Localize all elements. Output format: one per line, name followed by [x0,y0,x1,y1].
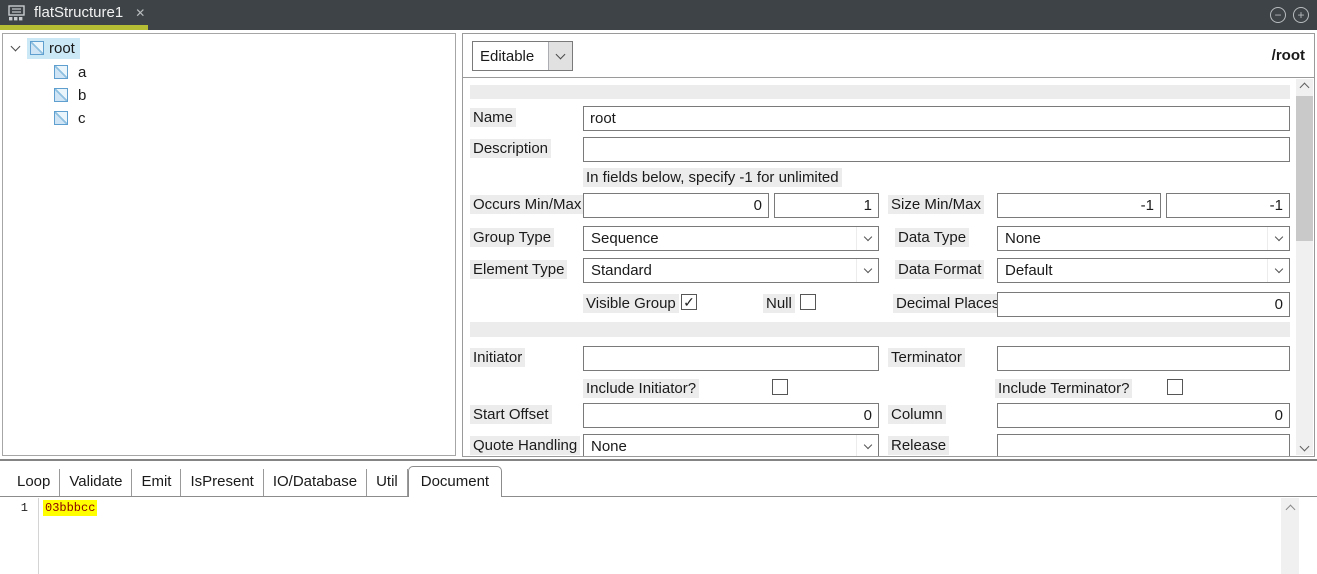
properties-toolbar: Editable /root [463,34,1314,78]
include-initiator-checkbox[interactable] [772,379,788,395]
tab-io-database[interactable]: IO/Database [264,469,367,496]
release-label: Release [888,436,949,455]
tree-item-c[interactable]: c [54,107,90,129]
gutter-divider [38,498,39,574]
name-label: Name [470,108,516,127]
editor-scrollbar[interactable] [1281,498,1299,574]
section-separator [470,85,1290,99]
element-icon [54,88,68,102]
column-input[interactable] [997,403,1290,428]
scrollbar-thumb[interactable] [1296,96,1313,241]
title-bar: flatStructure1 ✕ − + [0,0,1317,30]
dropdown-chevron-icon[interactable] [856,227,878,250]
name-input[interactable] [583,106,1290,131]
line-number: 1 [0,501,28,515]
tab-validate[interactable]: Validate [60,469,132,496]
dropdown-chevron-icon[interactable] [856,259,878,282]
terminator-label: Terminator [888,348,965,367]
start-offset-label: Start Offset [470,405,552,424]
group-type-select[interactable]: Sequence [583,226,879,251]
size-min-input[interactable] [997,193,1161,218]
null-checkbox[interactable] [800,294,816,310]
dropdown-chevron-icon[interactable] [1267,227,1289,250]
structure-tree-panel: root a b c [2,33,456,456]
mode-select[interactable]: Editable [472,41,573,71]
data-type-select[interactable]: None [997,226,1290,251]
scroll-up-icon[interactable] [1296,79,1313,96]
document-editor[interactable]: 1 03bbbcc [0,497,1317,574]
element-icon [54,65,68,79]
occurs-max-input[interactable] [774,193,879,218]
include-terminator-checkbox[interactable] [1167,379,1183,395]
element-icon [30,41,44,55]
null-label: Null [763,294,795,313]
quote-handling-select[interactable]: None [583,434,879,456]
dropdown-chevron-icon[interactable] [548,42,572,70]
structure-icon [8,5,26,21]
expander-chevron-icon[interactable] [11,42,21,52]
occurs-label: Occurs Min/Max [470,195,584,214]
tab-ispresent[interactable]: IsPresent [181,469,263,496]
collapse-circle-icon[interactable]: − [1270,7,1286,23]
data-format-select[interactable]: Default [997,258,1290,283]
element-icon [54,111,68,125]
tab-util[interactable]: Util [367,469,408,496]
document-tab-flatstructure1[interactable]: flatStructure1 ✕ [0,0,148,25]
data-format-label: Data Format [895,260,984,279]
dropdown-chevron-icon[interactable] [1267,259,1289,282]
expand-circle-icon[interactable]: + [1293,7,1309,23]
node-path: /root [1272,34,1305,78]
horizontal-splitter[interactable] [0,459,1317,461]
initiator-input[interactable] [583,346,879,371]
properties-form: Name Description In fields below, specif… [463,78,1296,456]
unlimited-note: In fields below, specify -1 for unlimite… [583,168,842,187]
group-type-label: Group Type [470,228,554,247]
initiator-label: Initiator [470,348,525,367]
include-initiator-label: Include Initiator? [583,379,699,398]
scroll-up-icon[interactable] [1281,502,1299,516]
editor-line-text[interactable]: 03bbbcc [43,500,97,516]
element-type-select[interactable]: Standard [583,258,879,283]
active-tab-underline [0,25,148,30]
properties-panel: Editable /root Name Description In field… [462,33,1315,457]
tree-item-root[interactable]: root [12,37,80,59]
release-input[interactable] [997,434,1290,456]
scroll-down-icon[interactable] [1296,438,1313,455]
tree-item-a[interactable]: a [54,61,90,83]
document-tab-title: flatStructure1 [34,4,123,21]
tree-node-root[interactable]: root [27,38,80,59]
decimal-places-input[interactable] [997,292,1290,317]
quote-handling-label: Quote Handling [470,436,580,455]
terminator-input[interactable] [997,346,1290,371]
column-label: Column [888,405,946,424]
visible-group-label: Visible Group [583,294,679,313]
tree-item-b[interactable]: b [54,84,90,106]
occurs-min-input[interactable] [583,193,769,218]
close-icon[interactable]: ✕ [135,7,145,19]
application-window: flatStructure1 ✕ − + root a b c [0,0,1317,574]
tab-document[interactable]: Document [408,466,502,497]
bottom-tab-strip: Loop Validate Emit IsPresent IO/Database… [0,466,1317,497]
form-scrollbar[interactable] [1296,79,1313,455]
start-offset-input[interactable] [583,403,879,428]
tab-loop[interactable]: Loop [8,469,60,496]
decimal-places-label: Decimal Places [893,294,1002,313]
element-type-label: Element Type [470,260,567,279]
size-max-input[interactable] [1166,193,1290,218]
size-label: Size Min/Max [888,195,984,214]
visible-group-checkbox[interactable]: ✓ [681,294,697,310]
include-terminator-label: Include Terminator? [995,379,1132,398]
titlebar-actions: − + [1270,0,1309,30]
tab-emit[interactable]: Emit [132,469,181,496]
description-input[interactable] [583,137,1290,162]
dropdown-chevron-icon[interactable] [856,435,878,456]
data-type-label: Data Type [895,228,969,247]
description-label: Description [470,139,551,158]
section-separator [470,322,1290,337]
